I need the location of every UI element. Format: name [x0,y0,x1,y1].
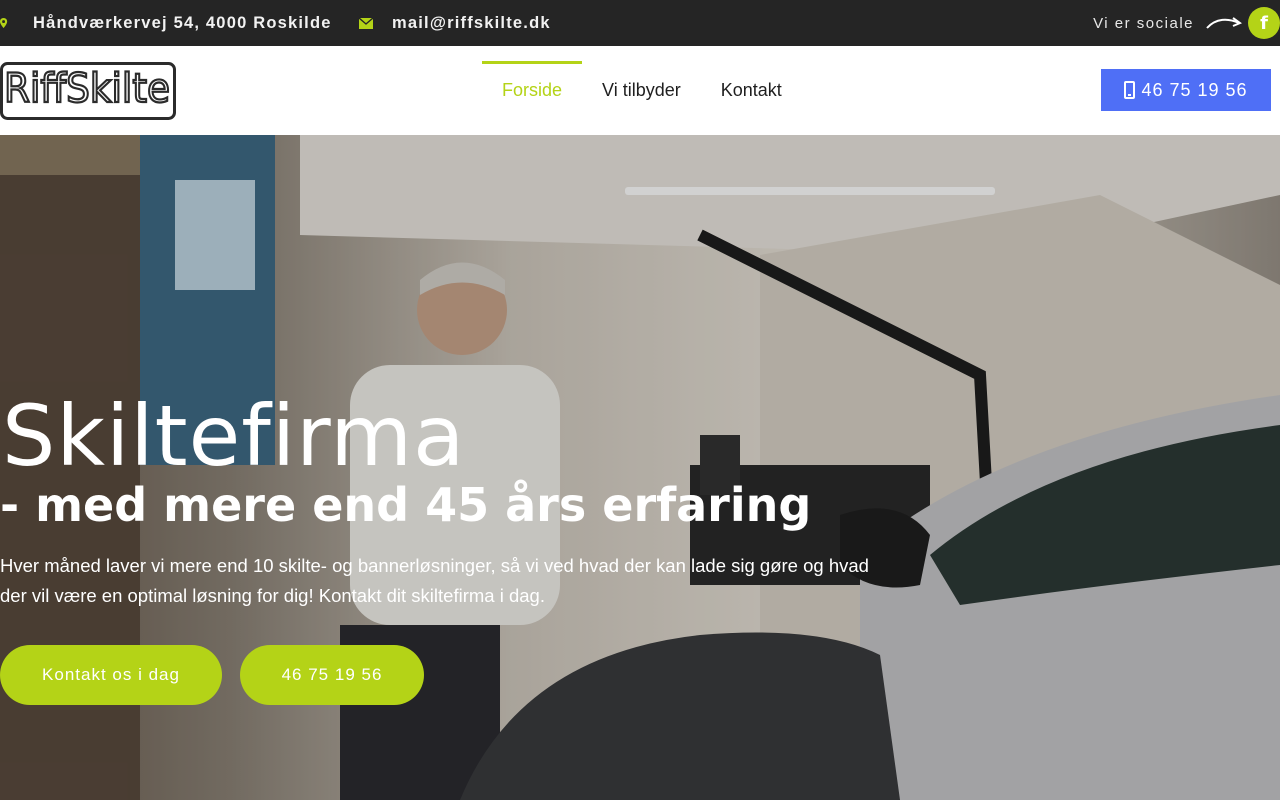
email-link[interactable]: mail@riffskilte.dk [392,14,551,33]
hero-title: Skiltefirma [2,387,466,485]
nav-item-forside[interactable]: Forside [482,46,583,135]
riffskilte-logo[interactable]: RiffSkilte [0,62,176,120]
social-label: Vi er sociale [1093,14,1194,32]
top-bar: Håndværkervej 54, 4000 Roskilde mail@rif… [0,0,1280,46]
phone-button-label: 46 75 19 56 [1141,79,1248,100]
envelope-icon [359,17,373,29]
call-phone-button[interactable]: 46 75 19 56 [240,645,424,705]
hero-subtitle: - med mere end 45 års erfaring [0,478,812,532]
hero-section: Skiltefirma - med mere end 45 års erfari… [0,135,1280,800]
svg-text:RiffSkilte: RiffSkilte [4,66,170,112]
nav-item-vi-tilbyder[interactable]: Vi tilbyder [582,46,701,135]
mobile-phone-icon [1124,81,1136,99]
address-text: Håndværkervej 54, 4000 Roskilde [33,13,332,32]
hero-description: Hver måned laver vi mere end 10 skilte- … [0,555,869,606]
curved-arrow-icon [1206,17,1242,29]
phone-button[interactable]: 46 75 19 56 [1101,69,1271,111]
facebook-icon[interactable]: f [1248,7,1280,39]
site-header: RiffSkilte Forside Vi tilbyder Kontakt 4… [0,46,1280,135]
nav-item-kontakt[interactable]: Kontakt [701,46,802,135]
contact-us-button[interactable]: Kontakt os i dag [0,645,222,705]
main-nav: Forside Vi tilbyder Kontakt [482,46,802,135]
map-marker-icon [0,18,8,28]
email-item[interactable]: mail@riffskilte.dk [359,0,551,46]
social-area: Vi er sociale f [1093,0,1280,46]
address-item: Håndværkervej 54, 4000 Roskilde [0,0,332,46]
